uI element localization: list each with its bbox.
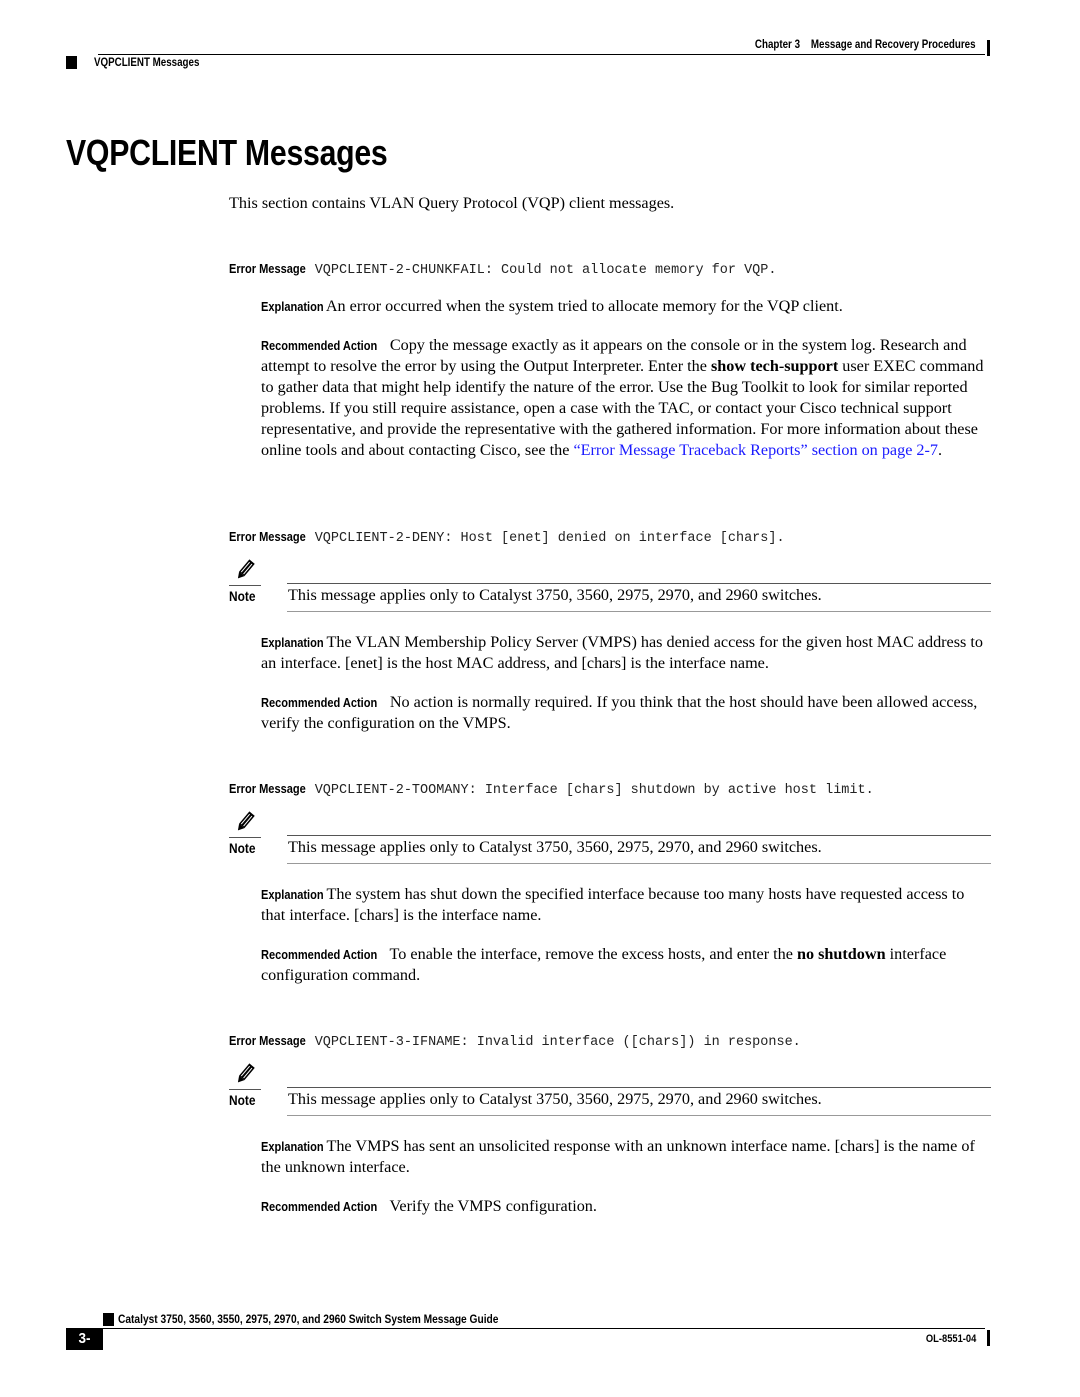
recommended-action-text: Verify the VMPS configuration. bbox=[389, 1197, 597, 1215]
command-show-tech-support: show tech-support bbox=[710, 357, 839, 375]
header-bar bbox=[987, 40, 990, 56]
note-rule-top bbox=[287, 1087, 991, 1088]
explanation-label: Explanation bbox=[261, 887, 324, 902]
note-rule bbox=[229, 837, 261, 838]
page-number: 3-150 bbox=[66, 1328, 103, 1369]
chapter-title: Message and Recovery Procedures bbox=[811, 39, 976, 51]
recommended-action: Recommended Action Verify the VMPS confi… bbox=[261, 1196, 991, 1217]
traceback-reports-link[interactable]: “Error Message Traceback Reports” sectio… bbox=[573, 441, 938, 459]
note-pencil-icon bbox=[237, 811, 255, 831]
note-rule-top bbox=[287, 583, 991, 584]
note-text: This message applies only to Catalyst 37… bbox=[288, 838, 822, 856]
note-label: Note bbox=[229, 840, 256, 856]
footer-guide-title: Catalyst 3750, 3560, 3550, 2975, 2970, a… bbox=[118, 1312, 499, 1326]
command-no-shutdown: no shutdown bbox=[796, 945, 886, 963]
explanation: Explanation An error occurred when the s… bbox=[261, 296, 991, 317]
error-message: Error Message VQPCLIENT-2-TOOMANY: Inter… bbox=[229, 781, 874, 798]
explanation: Explanation The VMPS has sent an unsolic… bbox=[261, 1136, 991, 1178]
footer-doc-id: OL-8551-04 bbox=[925, 1333, 976, 1345]
error-message-label: Error Message bbox=[229, 781, 306, 796]
explanation-label: Explanation bbox=[261, 299, 324, 314]
header-section: VQPCLIENT Messages bbox=[94, 57, 200, 69]
error-message-label: Error Message bbox=[229, 1033, 306, 1048]
error-message: Error Message VQPCLIENT-2-CHUNKFAIL: Cou… bbox=[229, 261, 776, 278]
note-pencil-icon bbox=[237, 1063, 255, 1083]
note-pencil-icon bbox=[237, 559, 255, 579]
note-text: This message applies only to Catalyst 37… bbox=[288, 1090, 822, 1108]
error-code: VQPCLIENT-3-IFNAME: Invalid interface ([… bbox=[314, 1035, 801, 1050]
footer-rule bbox=[103, 1328, 985, 1329]
header-marker bbox=[66, 56, 77, 69]
note-rule-top bbox=[287, 835, 991, 836]
header-chapter: Chapter 3 Message and Recovery Procedure… bbox=[716, 39, 976, 51]
note-text: This message applies only to Catalyst 37… bbox=[288, 586, 822, 604]
error-code: VQPCLIENT-2-TOOMANY: Interface [chars] s… bbox=[314, 783, 874, 798]
recommended-action: Recommended Action To enable the interfa… bbox=[261, 945, 947, 984]
error-code: VQPCLIENT-2-CHUNKFAIL: Could not allocat… bbox=[314, 263, 777, 278]
note-rule-bottom bbox=[287, 1115, 991, 1116]
note-rule bbox=[229, 1089, 261, 1090]
note-rule-bottom bbox=[287, 611, 991, 612]
note-rule-bottom bbox=[287, 863, 991, 864]
explanation: Explanation The system has shut down the… bbox=[261, 884, 991, 926]
error-code: VQPCLIENT-2-DENY: Host [enet] denied on … bbox=[314, 531, 785, 546]
explanation-text: An error occurred when the system tried … bbox=[325, 297, 843, 315]
intro-text: This section contains VLAN Query Protoco… bbox=[229, 194, 675, 212]
footer-marker bbox=[103, 1313, 114, 1326]
note-label: Note bbox=[229, 588, 256, 604]
explanation-text: The VMPS has sent an unsolicited respons… bbox=[261, 1137, 975, 1176]
recommended-action-label: Recommended Action bbox=[261, 338, 378, 353]
header-rule bbox=[98, 54, 985, 55]
recommended-action: Recommended Action No action is normally… bbox=[261, 692, 991, 734]
error-message-label: Error Message bbox=[229, 529, 306, 544]
error-message-label: Error Message bbox=[229, 261, 306, 276]
explanation-label: Explanation bbox=[261, 1139, 324, 1154]
recommended-action-label: Recommended Action bbox=[261, 947, 378, 962]
recommended-action-label: Recommended Action bbox=[261, 1199, 378, 1214]
recommended-action: Recommended Action Copy the message exac… bbox=[261, 336, 984, 459]
note-label: Note bbox=[229, 1092, 256, 1108]
chapter-label: Chapter 3 bbox=[755, 39, 801, 51]
error-message: Error Message VQPCLIENT-3-IFNAME: Invali… bbox=[229, 1033, 801, 1050]
recommended-action-label: Recommended Action bbox=[261, 695, 378, 710]
page-title: VQPCLIENT Messages bbox=[66, 132, 388, 173]
explanation-text: The VLAN Membership Policy Server (VMPS)… bbox=[261, 633, 983, 672]
explanation: Explanation The VLAN Membership Policy S… bbox=[261, 632, 991, 674]
explanation-label: Explanation bbox=[261, 635, 324, 650]
explanation-text: The system has shut down the specified i… bbox=[261, 885, 965, 924]
error-message: Error Message VQPCLIENT-2-DENY: Host [en… bbox=[229, 529, 785, 546]
footer-bar bbox=[987, 1330, 990, 1346]
note-rule bbox=[229, 585, 261, 586]
